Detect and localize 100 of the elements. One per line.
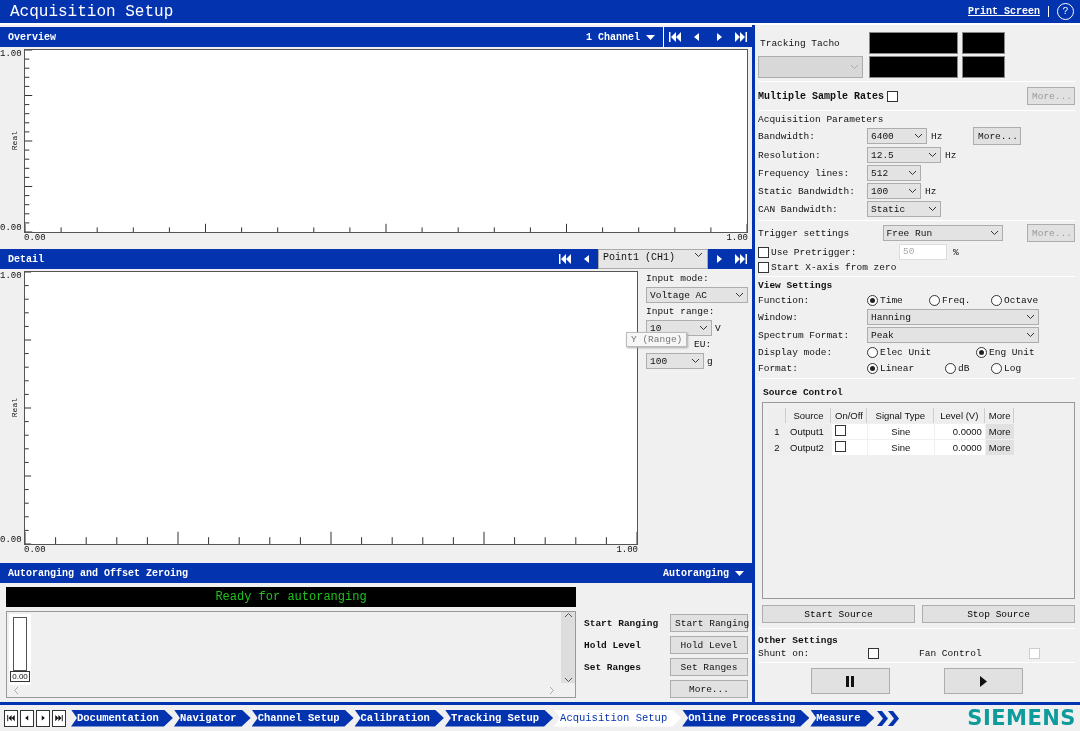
action-button[interactable]: Start Ranging (670, 614, 748, 632)
unit-label: V (715, 322, 721, 334)
more-button[interactable]: More (985, 424, 1015, 439)
chevron-icon (914, 133, 923, 139)
table-cell: 0.0000 (934, 440, 985, 455)
scroll-down-icon[interactable] (563, 677, 573, 683)
last-icon (54, 713, 64, 723)
field-label: Fan Control (919, 648, 983, 659)
stop-source-button[interactable]: Stop Source (922, 605, 1075, 623)
dropdown[interactable]: 12.5 (867, 147, 941, 163)
radio-button[interactable] (976, 346, 987, 358)
dropdown[interactable]: 6400 (867, 128, 927, 144)
level-meter (13, 617, 27, 671)
channel-dropdown[interactable]: 1 Channel (578, 27, 664, 47)
action-label: Start Ranging (584, 617, 660, 629)
field-label: Tracking Tacho (759, 37, 841, 49)
chevron-icon (908, 188, 917, 194)
field-label: Use Pretrigger: (771, 246, 858, 258)
radio-option[interactable]: Time (867, 294, 925, 306)
x-tick-label: 1.00 (616, 545, 638, 557)
dropdown[interactable]: Hanning (867, 309, 1039, 325)
checkbox[interactable] (758, 262, 769, 273)
more-button[interactable]: More (985, 440, 1015, 455)
nav-tab[interactable]: Calibration (354, 709, 444, 727)
nav-tab[interactable]: Tracking Setup (444, 709, 554, 727)
radio-button[interactable] (867, 346, 878, 358)
next-button[interactable] (36, 709, 50, 727)
checkbox[interactable] (887, 90, 899, 102)
nav-tab[interactable]: Online Processing (682, 709, 810, 727)
x-tick-label: 0.00 (24, 545, 46, 557)
radio-option[interactable]: dB (945, 362, 987, 374)
field-label: Resolution: (758, 149, 822, 161)
field-label: Window: (758, 311, 799, 323)
action-label: Hold Level (584, 639, 642, 651)
window-title: Acquisition Setup (10, 2, 174, 21)
chevron-icon (1026, 332, 1035, 338)
start-source-button[interactable]: Start Source (762, 605, 915, 623)
section-title: Other Settings (758, 635, 839, 646)
checkbox[interactable] (835, 441, 846, 452)
tacho-display (962, 56, 1005, 78)
radio-option[interactable]: Linear (867, 362, 941, 374)
first-icon (6, 713, 16, 723)
caret-icon (735, 570, 744, 576)
radio-button[interactable] (867, 362, 878, 374)
table-cell: Sine (867, 440, 934, 455)
dropdown[interactable]: 100 (867, 183, 921, 199)
nav-tab[interactable]: Documentation (71, 709, 173, 727)
field-label: Bandwidth: (758, 130, 816, 142)
y-axis-label: Real (10, 398, 19, 418)
radio-button[interactable] (945, 362, 956, 374)
last-button[interactable] (52, 709, 66, 727)
y-tick-label: 1.00 (0, 49, 22, 59)
mode-dropdown[interactable]: Autoranging (655, 563, 752, 583)
field-label: Format: (758, 362, 799, 374)
nav-tab[interactable]: Measure (810, 709, 875, 727)
point-dropdown[interactable]: Point1 (CH1) (598, 249, 708, 269)
dropdown[interactable]: Voltage AC (646, 287, 748, 303)
field-label: Function: (758, 294, 811, 306)
dropdown[interactable]: 100 (646, 353, 704, 369)
action-button[interactable]: Hold Level (670, 636, 748, 654)
dropdown[interactable]: Peak (867, 327, 1039, 343)
checkbox[interactable] (835, 425, 846, 436)
vertical-scrollbar[interactable] (561, 612, 575, 683)
radio-option[interactable]: Elec Unit (867, 346, 972, 358)
radio-option[interactable]: Octave (991, 294, 1051, 306)
action-label: Set Ranges (584, 661, 642, 673)
field-label: Input range: (646, 306, 716, 317)
y-tick-label: 0.00 (0, 535, 22, 545)
action-button[interactable]: Set Ranges (670, 658, 748, 676)
checkbox[interactable] (758, 246, 769, 258)
nav-tab[interactable]: Navigator (173, 709, 251, 727)
unit-label: % (953, 246, 959, 258)
field-label: Spectrum Format: (758, 329, 851, 341)
previous-button[interactable] (20, 709, 34, 727)
radio-option[interactable]: Freq. (929, 294, 987, 306)
field-label: Shunt on: (758, 648, 811, 659)
scroll-up-icon[interactable] (563, 612, 573, 618)
pause-button[interactable] (810, 668, 890, 694)
x-tick-label: 1.00 (726, 233, 748, 245)
tooltip: Y (Range) (626, 332, 688, 347)
dropdown[interactable]: Static (867, 201, 941, 217)
nav-tab[interactable]: Acquisition Setup (554, 709, 682, 727)
field-label: Display mode: (758, 346, 834, 358)
print-screen-link[interactable]: Print Screen (968, 6, 1049, 17)
more-button[interactable]: More... (973, 127, 1021, 145)
more-button[interactable]: More... (670, 680, 748, 698)
radio-button[interactable] (991, 294, 1002, 306)
field-label: Trigger settings (758, 227, 851, 239)
radio-button[interactable] (929, 294, 940, 306)
radio-button[interactable] (867, 294, 878, 306)
checkbox[interactable] (868, 648, 879, 659)
dropdown[interactable]: 512 (867, 165, 921, 181)
field-label: Static Bandwidth: (758, 185, 856, 197)
radio-option[interactable]: Eng Unit (976, 346, 1036, 358)
radio-option[interactable]: Log (991, 362, 1031, 374)
y-tick-label: 0.00 (0, 223, 22, 233)
nav-tab[interactable]: Channel Setup (251, 709, 354, 727)
first-button[interactable] (4, 709, 18, 727)
dropdown[interactable]: Free Run (882, 225, 1003, 241)
radio-button[interactable] (991, 362, 1002, 374)
